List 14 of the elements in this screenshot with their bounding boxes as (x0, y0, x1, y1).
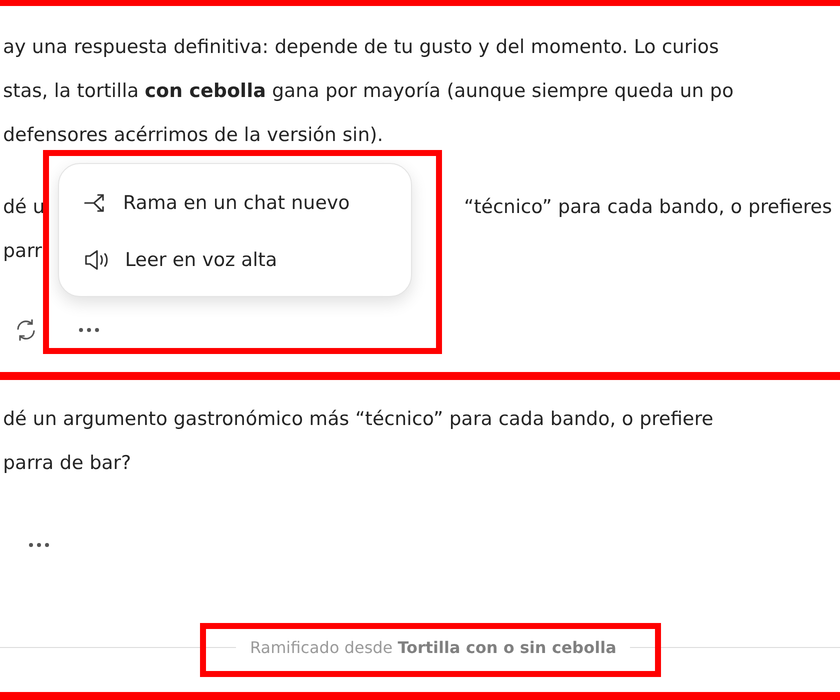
message-text: stas, la tortilla con cebolla gana por mayoría (aunque siempre queda un po (3, 80, 734, 102)
menu-item[interactable]: Leer en voz alta (83, 238, 411, 281)
more-icon[interactable] (78, 327, 100, 333)
message-text: dé u (3, 196, 45, 218)
message-text: “técnico” para cada bando, o prefieres (464, 196, 833, 218)
more-icon[interactable] (28, 542, 50, 548)
regenerate-icon[interactable] (14, 318, 38, 342)
branch-note: Ramificado desde Tortilla con o sin cebolla (250, 638, 616, 657)
message-text: parra de bar? (3, 452, 132, 474)
message-text: parr (3, 240, 42, 262)
message-text: dé un argumento gastronómico más “técnico” para cada bando, o prefiere (3, 408, 714, 430)
message-text: defensores acérrimos de la versión sin). (3, 124, 384, 146)
menu-item[interactable]: Rama en un chat nuevo (83, 181, 411, 224)
message-text: ay una respuesta definitiva: depende de tu gusto y del momento. Lo curios (3, 36, 719, 58)
